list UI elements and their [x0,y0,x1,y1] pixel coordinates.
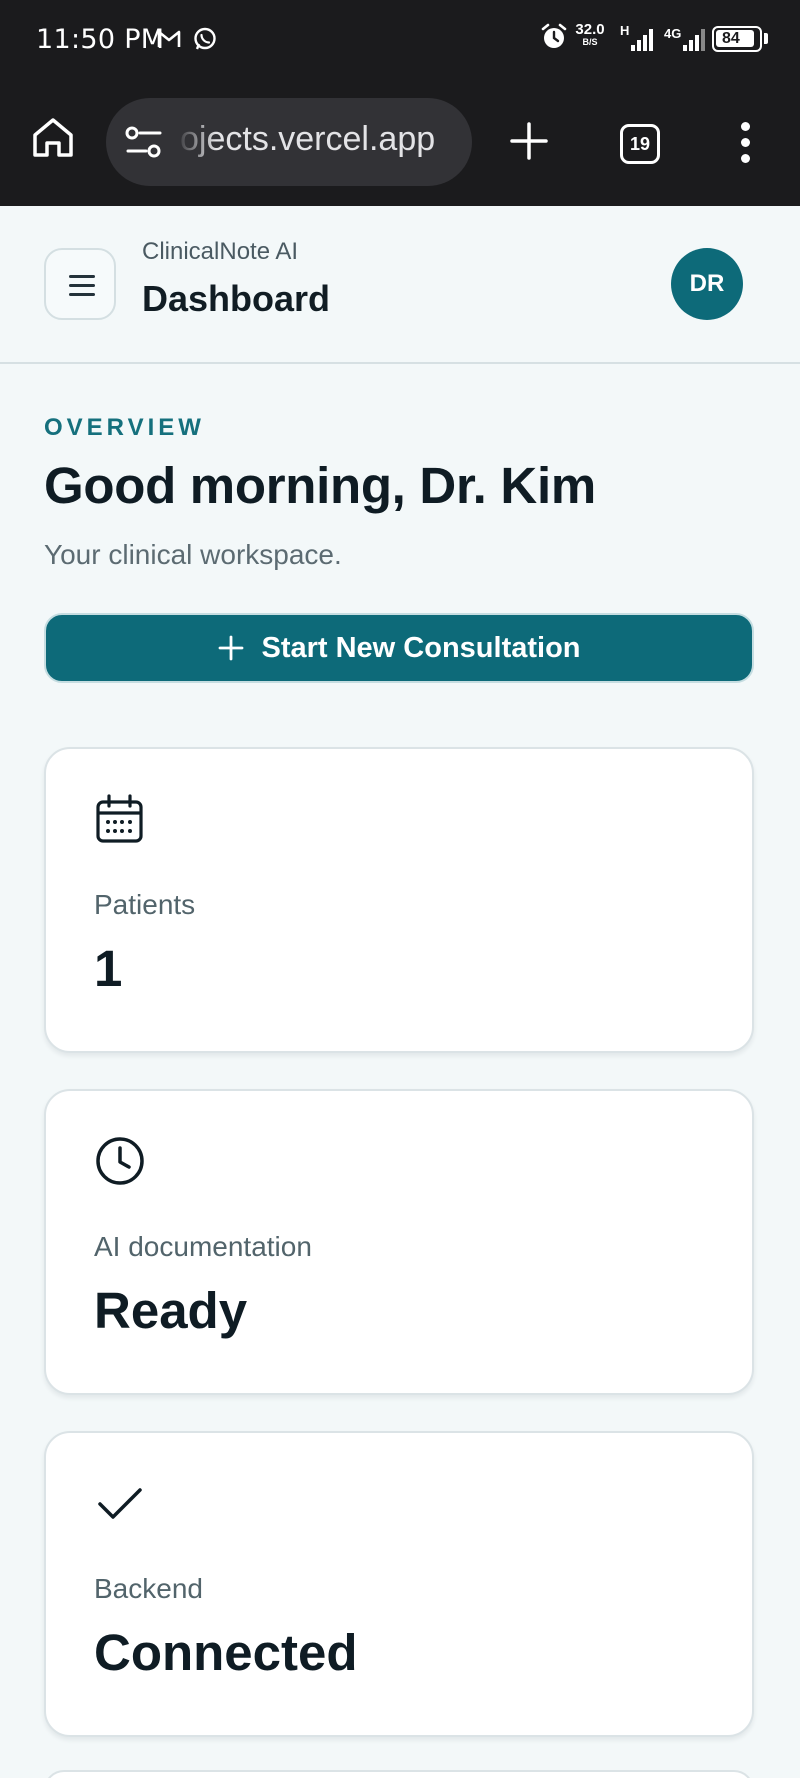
address-bar[interactable]: ojects.vercel.app [106,98,472,186]
new-tab-icon[interactable] [508,120,550,162]
browser-toolbar: ojects.vercel.app 19 [0,80,800,206]
signal-bars-1-icon [631,29,653,51]
start-consultation-button[interactable]: Start New Consultation [44,613,754,683]
greeting-subtitle: Your clinical workspace. [44,539,342,570]
network-type: 4G [664,26,682,41]
site-settings-icon[interactable] [124,124,164,160]
card-value: Connected [94,1624,358,1681]
sim1-label: H [620,23,630,38]
home-icon[interactable] [30,114,76,160]
start-consultation-label: Start New Consultation [261,631,581,664]
battery-cap [764,33,768,44]
app-brand: ClinicalNote AI [142,238,299,265]
card-label: AI documentation [94,1231,312,1262]
check-icon [98,1488,142,1519]
whatsapp-icon [194,27,216,50]
signal-bars-2-icon [683,29,705,51]
gmail-icon [157,30,181,47]
avatar[interactable]: DR [671,248,743,320]
greeting-heading: Good morning, Dr. Kim [44,457,596,514]
card-value: 1 [94,940,123,997]
battery-indicator: 84 [712,26,762,52]
network-speed: 32.0 B/S [575,21,605,47]
card-label: Patients [94,889,196,920]
calendar-icon [96,794,143,843]
url-text: ojects.vercel.app [180,120,436,158]
status-bar: 11:50 PM 32.0 B/S H 4G 84 [0,0,800,80]
page-title: Dashboard [142,278,331,319]
card-label: Backend [94,1573,203,1604]
clock-icon [96,1137,144,1185]
browser-menu-icon[interactable] [730,118,760,168]
url-fade [176,98,216,186]
stat-card-partial [44,1770,754,1778]
menu-button[interactable] [44,248,116,320]
status-time: 11:50 PM [36,24,165,55]
stat-card-patients[interactable]: Patients 1 [44,747,754,1053]
card-value: Ready [94,1282,248,1339]
plus-icon [219,635,244,661]
app-header: ClinicalNote AI Dashboard DR [0,206,800,364]
section-overline: OVERVIEW [44,414,205,441]
stat-card-ai-documentation[interactable]: AI documentation Ready [44,1089,754,1395]
menu-icon [69,275,95,278]
alarm-icon [541,23,567,48]
tab-switcher-button[interactable]: 19 [620,124,660,164]
stat-card-backend[interactable]: Backend Connected [44,1431,754,1737]
